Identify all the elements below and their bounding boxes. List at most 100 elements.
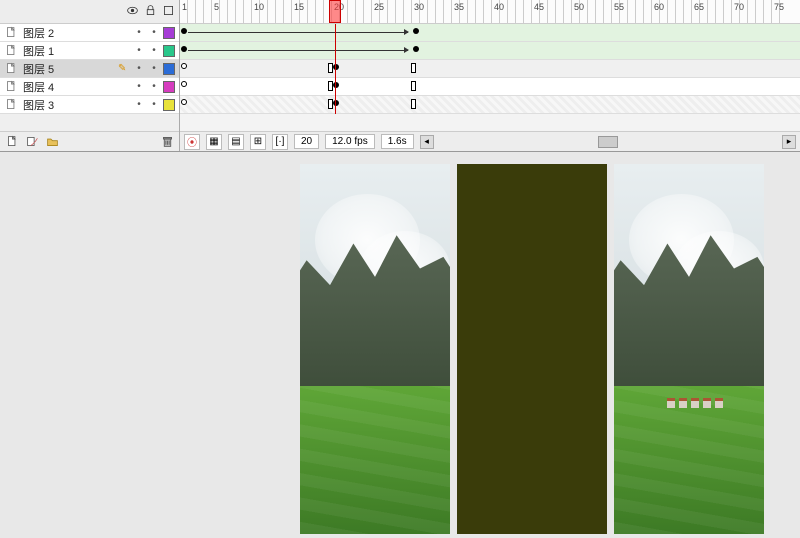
layer-color-swatch[interactable] [163,45,175,57]
ruler-tick[interactable] [644,0,652,23]
keyframe-hollow[interactable] [181,81,187,87]
layer-color-swatch[interactable] [163,27,175,39]
ruler-tick[interactable] [756,0,764,23]
ruler-tick[interactable] [268,0,276,23]
ruler-tick[interactable] [580,0,588,23]
ruler-tick[interactable] [180,0,188,23]
layer-row[interactable]: 图层 4 • • [0,78,179,96]
frame-marker[interactable] [411,63,416,73]
lock-dot[interactable]: • [148,45,160,56]
ruler-tick[interactable] [404,0,412,23]
ruler-tick[interactable] [396,0,404,23]
visibility-dot[interactable]: • [133,81,145,92]
ruler-tick[interactable] [484,0,492,23]
ruler-tick[interactable] [516,0,524,23]
ruler-tick[interactable] [684,0,692,23]
lock-dot[interactable]: • [148,81,160,92]
edit-multiple-button[interactable]: ⊞ [250,134,266,150]
ruler-tick[interactable] [636,0,644,23]
ruler-tick[interactable] [620,0,628,23]
new-folder-button[interactable] [44,134,60,150]
ruler-tick[interactable] [380,0,388,23]
ruler-tick[interactable] [660,0,668,23]
ruler-tick[interactable] [740,0,748,23]
ruler-tick[interactable] [220,0,228,23]
keyframe[interactable] [413,46,419,52]
ruler-tick[interactable] [524,0,532,23]
lock-icon[interactable] [143,4,157,20]
visibility-dot[interactable]: • [133,45,145,56]
layer-row[interactable]: 图层 1 • • [0,42,179,60]
ruler-tick[interactable] [356,0,364,23]
keyframe[interactable] [181,28,187,34]
visibility-dot[interactable]: • [133,99,145,110]
center-frame-button[interactable]: ⦿ [184,134,200,150]
eye-icon[interactable] [125,4,139,20]
keyframe[interactable] [333,64,339,70]
track-row[interactable] [180,96,800,114]
ruler-tick[interactable] [332,0,340,23]
keyframe[interactable] [413,28,419,34]
ruler-tick[interactable] [316,0,324,23]
ruler-tick[interactable] [452,0,460,23]
ruler-tick[interactable] [564,0,572,23]
ruler-tick[interactable] [500,0,508,23]
ruler-tick[interactable] [364,0,372,23]
ruler-tick[interactable] [548,0,556,23]
ruler-tick[interactable] [508,0,516,23]
ruler-tick[interactable] [420,0,428,23]
stage-scene-panel[interactable] [300,164,450,534]
onion-skin-outlines-button[interactable]: ▤ [228,134,244,150]
ruler-tick[interactable] [556,0,564,23]
ruler-tick[interactable] [252,0,260,23]
ruler-tick[interactable] [244,0,252,23]
frame-marker[interactable] [411,99,416,109]
ruler-tick[interactable] [732,0,740,23]
ruler-tick[interactable] [572,0,580,23]
ruler-tick[interactable] [340,0,348,23]
ruler-tick[interactable] [676,0,684,23]
ruler-tick[interactable] [700,0,708,23]
ruler-tick[interactable] [324,0,332,23]
onion-skin-button[interactable]: ▦ [206,134,222,150]
keyframe-hollow[interactable] [181,63,187,69]
ruler-tick[interactable] [348,0,356,23]
tween-span[interactable] [188,32,408,33]
ruler-tick[interactable] [604,0,612,23]
ruler-tick[interactable] [692,0,700,23]
stage-area[interactable] [0,152,800,538]
keyframe[interactable] [181,46,187,52]
scroll-left-button[interactable]: ◂ [420,135,434,149]
timeline-ruler[interactable] [180,0,800,24]
ruler-tick[interactable] [412,0,420,23]
ruler-tick[interactable] [772,0,780,23]
ruler-tick[interactable] [492,0,500,23]
layer-row[interactable]: 图层 2 • • [0,24,179,42]
ruler-tick[interactable] [628,0,636,23]
ruler-tick[interactable] [308,0,316,23]
lock-dot[interactable]: • [148,99,160,110]
ruler-tick[interactable] [588,0,596,23]
ruler-tick[interactable] [652,0,660,23]
ruler-tick[interactable] [436,0,444,23]
ruler-tick[interactable] [764,0,772,23]
ruler-tick[interactable] [300,0,308,23]
track-row[interactable] [180,78,800,96]
delete-layer-button[interactable] [159,134,175,150]
lock-dot[interactable]: • [148,63,160,74]
layer-color-swatch[interactable] [163,63,175,75]
ruler-tick[interactable] [204,0,212,23]
ruler-tick[interactable] [708,0,716,23]
scroll-right-button[interactable]: ▸ [782,135,796,149]
ruler-tick[interactable] [284,0,292,23]
ruler-tick[interactable] [388,0,396,23]
ruler-tick[interactable] [476,0,484,23]
ruler-tick[interactable] [540,0,548,23]
ruler-tick[interactable] [596,0,604,23]
layer-color-swatch[interactable] [163,99,175,111]
ruler-tick[interactable] [468,0,476,23]
layer-row[interactable]: 图层 3 • • [0,96,179,114]
stage-scene-panel[interactable] [614,164,764,534]
layer-row[interactable]: 图层 5 ✎ • • [0,60,179,78]
ruler-tick[interactable] [460,0,468,23]
